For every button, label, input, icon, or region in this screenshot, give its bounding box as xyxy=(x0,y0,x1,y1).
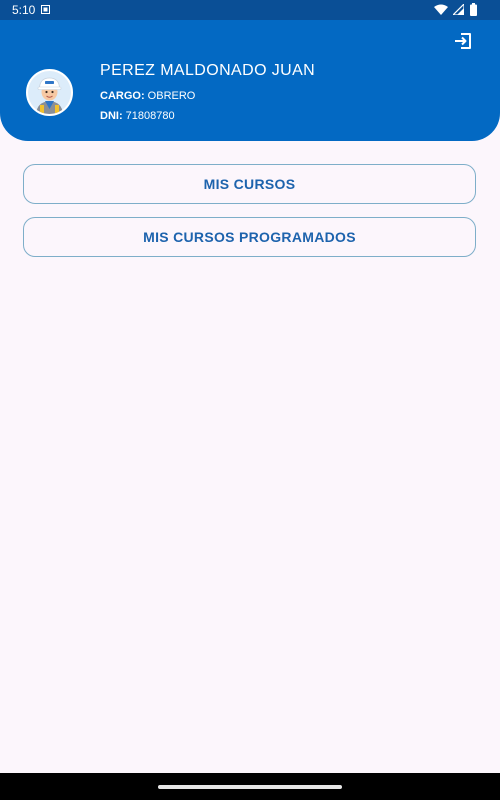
signal-icon xyxy=(453,4,464,15)
navigation-bar xyxy=(0,773,500,800)
cargo-value: OBRERO xyxy=(147,90,196,102)
home-indicator[interactable] xyxy=(158,785,342,789)
app-screen: 5:10 PEREZ MALDONADO JUAN CARGO: OBRERO … xyxy=(0,0,500,800)
status-bar: 5:10 xyxy=(0,0,500,20)
battery-icon xyxy=(470,3,477,16)
cargo-line: CARGO: OBRERO xyxy=(100,90,195,102)
mis-cursos-programados-button[interactable]: MIS CURSOS PROGRAMADOS xyxy=(23,217,476,257)
mis-cursos-button[interactable]: MIS CURSOS xyxy=(23,164,476,204)
dni-line: DNI: 71808780 xyxy=(100,110,175,122)
status-time: 5:10 xyxy=(12,3,36,17)
user-name: PEREZ MALDONADO JUAN xyxy=(100,62,316,79)
worker-avatar-icon xyxy=(28,71,71,114)
notification-icon xyxy=(41,5,50,14)
dni-value: 71808780 xyxy=(125,110,175,122)
avatar xyxy=(26,69,73,116)
dni-label: DNI: xyxy=(100,110,123,122)
profile-header: PEREZ MALDONADO JUAN CARGO: OBRERO DNI: … xyxy=(0,20,500,141)
logout-icon[interactable] xyxy=(452,30,474,52)
wifi-icon xyxy=(434,4,448,15)
cargo-label: CARGO: xyxy=(100,90,145,102)
